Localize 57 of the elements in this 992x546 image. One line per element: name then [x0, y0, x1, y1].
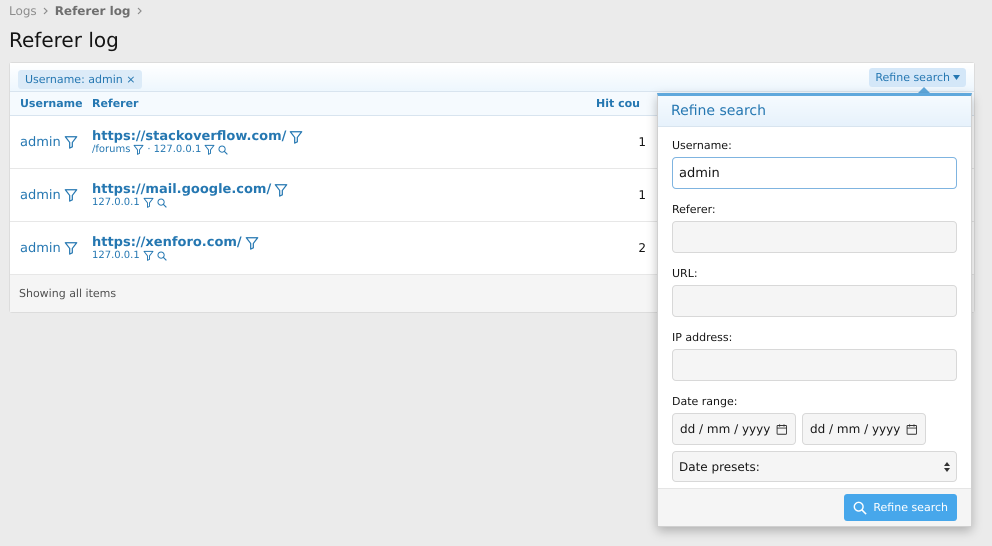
detail-link[interactable]: 127.0.0.1 — [92, 250, 140, 261]
sort-icon — [944, 462, 950, 472]
input-field[interactable] — [672, 349, 957, 381]
date-field[interactable]: dd / mm / yyyy — [672, 413, 796, 445]
referer-link[interactable]: https://xenforo.com/ — [92, 235, 242, 250]
filter-icon[interactable] — [289, 130, 304, 144]
filter-icon[interactable] — [142, 250, 154, 261]
date-field[interactable]: dd / mm / yyyy — [802, 413, 926, 445]
referer-link[interactable]: https://stackoverflow.com/ — [92, 129, 286, 144]
hit-count: 1 — [638, 188, 646, 202]
search-icon[interactable] — [218, 144, 228, 154]
caret-icon — [953, 74, 960, 80]
breadcrumb-link[interactable]: Logs — [9, 4, 37, 18]
refine-search-submit-button[interactable]: Refine search — [844, 494, 957, 521]
detail-link[interactable]: /forums — [92, 144, 130, 155]
field-label: Date range: — [672, 395, 738, 408]
username-link[interactable]: admin — [20, 188, 61, 202]
search-icon[interactable] — [156, 250, 167, 260]
breadcrumb-link[interactable]: Referer log — [54, 4, 131, 18]
filter-icon[interactable] — [133, 144, 144, 155]
username-link[interactable]: admin — [20, 134, 61, 150]
filter-chip[interactable]: Username: admin × — [18, 70, 142, 88]
search-icon[interactable] — [156, 198, 167, 208]
footer-text: Showing all items — [19, 287, 116, 300]
calendar-icon[interactable] — [906, 422, 918, 436]
filter-icon[interactable] — [204, 144, 216, 155]
calendar-icon[interactable] — [776, 422, 788, 436]
filter-icon[interactable] — [142, 197, 154, 208]
referer-link[interactable]: https://mail.google.com/ — [92, 182, 272, 197]
column-header[interactable]: Hit cou — [570, 92, 650, 116]
search-icon[interactable] — [853, 500, 868, 514]
separator-dot: · — [147, 144, 151, 155]
field-label: URL: — [672, 267, 699, 280]
column-header[interactable]: Referer — [82, 92, 570, 116]
filter-icon[interactable] — [64, 241, 78, 255]
hit-count: 1 — [638, 135, 646, 149]
filter-icon[interactable] — [244, 236, 259, 250]
detail-link[interactable]: 127.0.0.1 — [154, 144, 202, 155]
filter-icon[interactable] — [64, 135, 78, 149]
column-header[interactable]: Username — [10, 92, 82, 116]
username-link[interactable]: admin — [20, 240, 61, 256]
field-label: Referer: — [672, 203, 717, 216]
input-field[interactable]: admin — [672, 157, 957, 189]
page-title: Referer log — [9, 28, 120, 52]
filter-icon[interactable] — [274, 182, 288, 196]
input-field[interactable] — [672, 221, 957, 253]
filter-icon[interactable] — [64, 188, 78, 202]
refine-search-button[interactable]: Refine search — [869, 68, 966, 86]
hit-count: 2 — [638, 241, 646, 255]
field-label: IP address: — [672, 331, 734, 344]
input-field[interactable] — [672, 285, 957, 317]
detail-link[interactable]: 127.0.0.1 — [92, 197, 140, 208]
chevron-icon — [136, 6, 143, 14]
chevron-icon — [42, 6, 49, 14]
date-presets-select[interactable]: Date presets: — [672, 451, 957, 482]
field-label: Username: — [672, 139, 733, 152]
popup-title: Refine search — [671, 103, 766, 119]
